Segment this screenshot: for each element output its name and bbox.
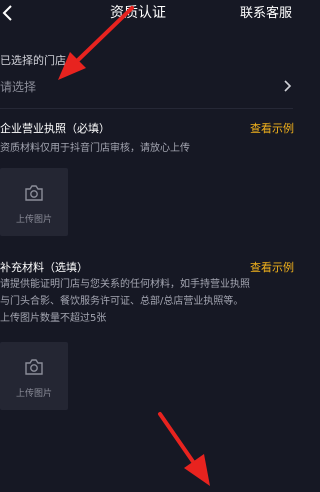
top-bar: 资质认证 联系客服 [0, 0, 293, 24]
license-description: 资质材料仅用于抖音门店审核，请放心上传 [0, 143, 190, 154]
store-select-row[interactable]: 请选择 [0, 72, 293, 102]
supplement-heading: 补充材料（选填） [0, 261, 88, 274]
contact-support-button[interactable]: 联系客服 [240, 2, 292, 21]
supplement-upload-button[interactable]: 上传图片 [0, 342, 68, 410]
selected-store-label: 已选择的门店 [0, 54, 66, 67]
supplement-description-line1: 请提供能证明门店与您关系的任何材料，如手持营业执照 [0, 279, 250, 290]
supplement-description-line2: 与门头合影、餐饮服务许可证、总部/总店营业执照等。 [0, 296, 244, 307]
camera-icon [25, 185, 43, 201]
store-select-placeholder: 请选择 [0, 80, 37, 94]
upload-label: 上传图片 [15, 389, 52, 399]
annotation-arrow-bottom [158, 412, 210, 486]
license-upload-button[interactable]: 上传图片 [0, 168, 68, 236]
business-license-heading: 企业营业执照（必填） [0, 122, 110, 135]
divider [0, 108, 293, 109]
back-chevron-icon[interactable] [0, 4, 16, 22]
supplement-example-link[interactable]: 查看示例 [250, 259, 294, 275]
upload-limit-note: 上传图片数量不超过5张 [0, 313, 107, 324]
chevron-right-icon [284, 80, 292, 92]
upload-label: 上传图片 [15, 215, 52, 225]
license-example-link[interactable]: 查看示例 [250, 120, 294, 136]
camera-icon [25, 359, 43, 375]
page-title: 资质认证 [110, 5, 166, 21]
